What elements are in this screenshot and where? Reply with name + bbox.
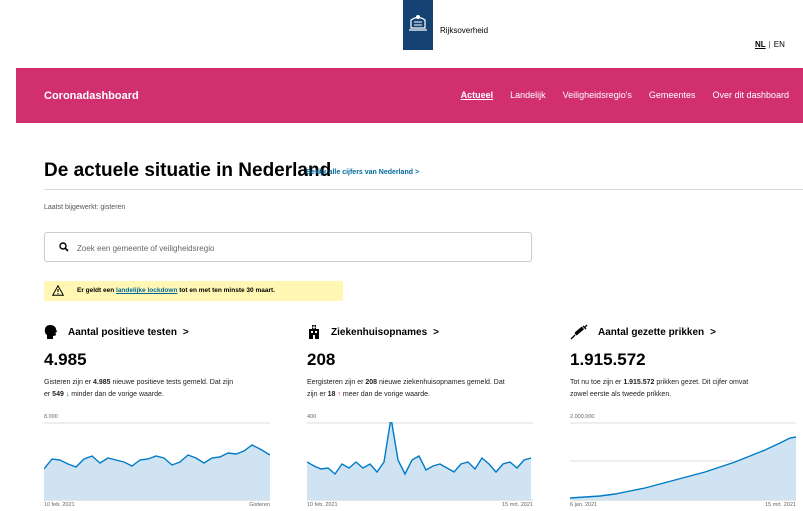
desc-text: prikken gezet. Dit cijfer omvat bbox=[654, 379, 749, 386]
lang-en-link[interactable]: EN bbox=[774, 40, 785, 49]
desc-text: Eergisteren zijn er bbox=[307, 379, 366, 386]
card-positive-tests: Aantal positieve testen > 4.985 Gisteren… bbox=[44, 322, 270, 511]
nav-item-over[interactable]: Over dit dashboard bbox=[712, 90, 789, 110]
chart-area bbox=[570, 437, 796, 500]
desc-text: nieuwe positieve tests gemeld. Dat zijn bbox=[110, 379, 234, 386]
card-title: Aantal positieve testen bbox=[68, 326, 177, 338]
chart-x-end: Gisteren bbox=[249, 502, 270, 508]
desc-text: zijn er bbox=[307, 391, 328, 398]
desc-number: 1.915.572 bbox=[623, 379, 655, 386]
card-value: 1.915.572 bbox=[570, 350, 646, 369]
card-header[interactable]: Aantal gezette prikken > bbox=[570, 322, 716, 342]
chevron-right-icon: > bbox=[182, 326, 189, 338]
lockdown-alert: Er geldt een landelijke lockdown tot en … bbox=[44, 281, 343, 301]
alert-text-post: tot en met ten minste 30 maart. bbox=[177, 287, 275, 294]
positive-tests-chart[interactable] bbox=[44, 422, 270, 502]
chevron-right-icon: > bbox=[710, 326, 716, 338]
language-switch: NL | EN bbox=[755, 40, 785, 49]
chart-y-max: 8.000 bbox=[44, 414, 58, 420]
coat-of-arms-icon bbox=[409, 15, 427, 31]
card-description: Gisteren zijn er 4.985 nieuwe positieve … bbox=[44, 377, 233, 401]
hospital-admissions-chart[interactable] bbox=[307, 422, 533, 502]
divider bbox=[44, 189, 803, 190]
desc-text: minder dan de vorige waarde. bbox=[69, 391, 164, 398]
page-title: De actuele situatie in Nederland bbox=[44, 160, 332, 181]
top-header: Rijksoverheid NL | EN bbox=[0, 0, 803, 68]
chart-x-end: 15 mrt. 2021 bbox=[765, 502, 796, 508]
desc-text: nieuwe ziekenhuisopnames gemeld. Dat bbox=[377, 379, 505, 386]
nav-item-landelijk[interactable]: Landelijk bbox=[510, 90, 546, 110]
chevron-right-icon: > bbox=[433, 326, 439, 338]
desc-text: zowel eerste als tweede prikken. bbox=[570, 391, 672, 398]
nav-item-gemeentes[interactable]: Gemeentes bbox=[649, 90, 696, 110]
chart-y-max: 400 bbox=[307, 414, 317, 420]
nav-item-actueel[interactable]: Actueel bbox=[461, 90, 494, 110]
alert-text-pre: Er geldt een bbox=[77, 287, 117, 294]
search-icon bbox=[59, 242, 69, 252]
card-header[interactable]: Aantal positieve testen > bbox=[44, 322, 189, 342]
alert-text: Er geldt een landelijke lockdown tot en … bbox=[77, 287, 275, 294]
all-figures-link[interactable]: Bekijk alle cijfers van Nederland > bbox=[306, 169, 419, 176]
chart-x-start: 10 feb. 2021 bbox=[44, 502, 75, 508]
last-updated: Laatst bijgewerkt: gisteren bbox=[44, 204, 126, 211]
desc-number: 4.985 bbox=[93, 379, 111, 386]
search-box bbox=[44, 232, 532, 262]
desc-delta: 549 bbox=[52, 391, 64, 398]
desc-text: er bbox=[44, 391, 53, 398]
card-header[interactable]: Ziekenhuisopnames > bbox=[307, 322, 439, 342]
nav-item-veiligheidsregios[interactable]: Veiligheidsregio's bbox=[563, 90, 632, 110]
desc-delta: 18 bbox=[327, 391, 336, 398]
card-hospital-admissions: Ziekenhuisopnames > 208 Eergisteren zijn… bbox=[307, 322, 533, 511]
card-vaccinations: Aantal gezette prikken > 1.915.572 Tot n… bbox=[570, 322, 796, 511]
syringe-icon bbox=[570, 324, 588, 340]
search-input[interactable] bbox=[77, 240, 517, 256]
chart-x-start: 10 feb. 2021 bbox=[307, 502, 338, 508]
card-title: Aantal gezette prikken bbox=[598, 326, 705, 338]
card-title: Ziekenhuisopnames bbox=[331, 326, 428, 338]
card-value: 208 bbox=[307, 350, 336, 369]
card-description: Tot nu toe zijn er 1.915.572 prikken gez… bbox=[570, 377, 748, 401]
warning-icon bbox=[52, 285, 64, 296]
vaccinations-chart[interactable] bbox=[570, 422, 796, 502]
hospital-icon bbox=[309, 325, 319, 339]
person-head-icon bbox=[44, 325, 57, 339]
chart-x-start: 6 jan. 2021 bbox=[570, 502, 598, 508]
dashboard-brand[interactable]: Coronadashboard bbox=[44, 90, 139, 102]
chart-area bbox=[307, 422, 531, 500]
rijksoverheid-logo[interactable] bbox=[403, 0, 433, 50]
nav-menu: Actueel Landelijk Veiligheidsregio's Gem… bbox=[444, 90, 803, 110]
card-description: Eergisteren zijn er 208 nieuwe ziekenhui… bbox=[307, 377, 505, 401]
desc-text: Gisteren zijn er bbox=[44, 379, 94, 386]
desc-text: Tot nu toe zijn er bbox=[570, 379, 624, 386]
lang-nl-link[interactable]: NL bbox=[755, 40, 766, 49]
desc-text: meer dan de vorige waarde. bbox=[340, 391, 430, 398]
lang-separator: | bbox=[768, 40, 771, 49]
main-navigation: Coronadashboard Actueel Landelijk Veilig… bbox=[16, 68, 803, 123]
desc-number: 208 bbox=[365, 379, 378, 386]
lockdown-link[interactable]: landelijke lockdown bbox=[116, 287, 177, 294]
chart-x-end: 15 mrt. 2021 bbox=[502, 502, 533, 508]
org-name: Rijksoverheid bbox=[440, 26, 489, 35]
chart-y-max: 2.000.000 bbox=[570, 414, 595, 420]
card-value: 4.985 bbox=[44, 350, 87, 369]
